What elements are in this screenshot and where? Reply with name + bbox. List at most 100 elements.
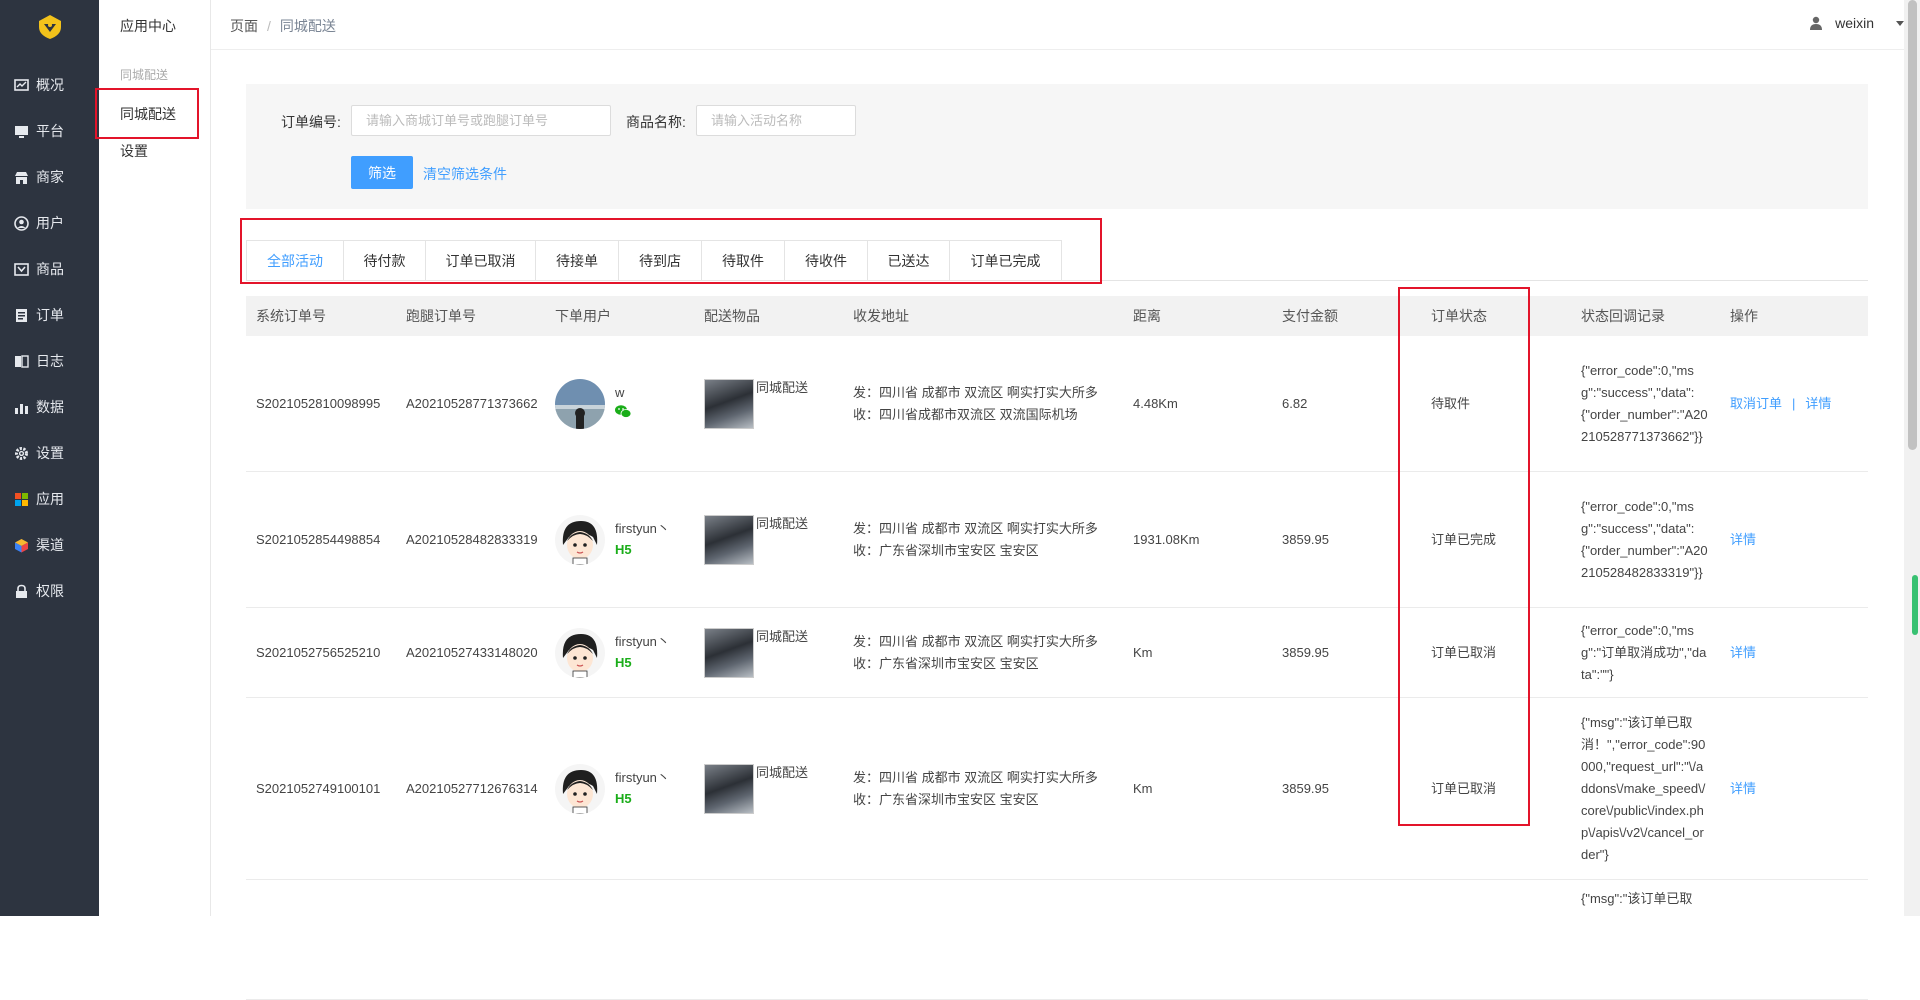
username: weixin xyxy=(1835,15,1874,31)
tab-3[interactable]: 待接单 xyxy=(536,241,619,281)
subnav-group-label: 同城配送 xyxy=(120,68,169,82)
receiver-address: 收：四川省成都市双流区 双流国际机场 xyxy=(853,406,1078,422)
scrollbar-thumb[interactable] xyxy=(1908,0,1917,450)
table-row: S2021052749100101 A20210527712676314 first… xyxy=(246,698,1868,880)
top-bar: 页面 / 同城配送 weixin xyxy=(211,0,1904,50)
avatar xyxy=(555,514,605,565)
receiver-address: 收：广东省深圳市宝安区 宝安区 xyxy=(853,655,1039,671)
sidebar-item-label: 订单 xyxy=(36,307,64,323)
pay-amount: 3859.95 xyxy=(1282,644,1329,660)
cell-address: 发：四川省 成都市 双流区 啊实打实大所多 收：四川省成都市双流区 双流国际机场 xyxy=(843,382,1123,426)
h5-badge: H5 xyxy=(615,790,632,806)
clear-filter-link[interactable]: 清空筛选条件 xyxy=(423,164,507,184)
pay-amount: 3859.95 xyxy=(1282,780,1329,796)
subnav-item-settings[interactable]: 设置 xyxy=(120,141,148,161)
avatar xyxy=(555,378,605,429)
tab-5[interactable]: 待取件 xyxy=(702,241,785,281)
sender-address: 发：四川省 成都市 双流区 啊实打实大所多 xyxy=(853,769,1098,785)
chevron-down-icon[interactable] xyxy=(1896,20,1904,26)
column-header: 距离 xyxy=(1133,308,1161,324)
cell-goods: 同城配送 xyxy=(694,514,843,565)
table-row: {"msg":"该订单已取 xyxy=(246,880,1868,1000)
sidebar-item-1[interactable]: 平台 xyxy=(0,108,99,154)
log-icon xyxy=(15,354,29,368)
cell-goods: 同城配送 xyxy=(694,627,843,678)
tab-0[interactable]: 全部活动 xyxy=(247,241,344,281)
cell-user: firstyun丶 H5 xyxy=(545,627,694,678)
sidebar-item-label: 应用 xyxy=(36,491,64,507)
lock-icon xyxy=(16,584,27,598)
cell-status: 订单已完成 xyxy=(1421,529,1571,551)
callback-log: {"error_code":0,"msg":"订单取消成功","data":""… xyxy=(1581,622,1707,682)
column-header: 跑腿订单号 xyxy=(406,308,476,324)
receiver-address: 收：广东省深圳市宝安区 宝安区 xyxy=(853,542,1039,558)
detail-link[interactable]: 详情 xyxy=(1730,781,1756,796)
table-row: S2021052854498854 A20210528482833319 first… xyxy=(246,472,1868,608)
sidebar-item-7[interactable]: 数据 xyxy=(0,384,99,430)
sender-address: 发：四川省 成都市 双流区 啊实打实大所多 xyxy=(853,520,1098,536)
runner-order-number: A20210527433148020 xyxy=(406,644,538,660)
cell-callback-log: {"error_code":0,"msg":"success","data":{… xyxy=(1571,496,1720,584)
table-row: S2021052756525210 A20210527433148020 first… xyxy=(246,608,1868,698)
tab-8[interactable]: 订单已完成 xyxy=(950,241,1061,281)
bar-chart-icon xyxy=(15,403,28,414)
runner-order-number: A20210528771373662 xyxy=(406,395,538,411)
filter-button[interactable]: 筛选 xyxy=(351,156,413,189)
column-header: 收发地址 xyxy=(853,308,909,324)
sidebar-item-9[interactable]: 应用 xyxy=(0,476,99,522)
sidebar-item-8[interactable]: 设置 xyxy=(0,430,99,476)
logo-icon[interactable] xyxy=(38,14,62,40)
goods-image xyxy=(704,627,754,678)
order-number-input[interactable] xyxy=(351,105,611,136)
column-header: 系统订单号 xyxy=(256,308,326,324)
user-name: firstyun丶 xyxy=(615,633,670,649)
wechat-icon xyxy=(615,404,632,418)
cancel-order-link[interactable]: 取消订单 xyxy=(1730,396,1782,411)
detail-link[interactable]: 详情 xyxy=(1730,645,1756,660)
tab-2[interactable]: 订单已取消 xyxy=(426,241,536,281)
user-menu[interactable]: weixin xyxy=(1809,15,1904,31)
receiver-address: 收：广东省深圳市宝安区 宝安区 xyxy=(853,791,1039,807)
apps-icon xyxy=(15,492,28,506)
sidebar-item-6[interactable]: 日志 xyxy=(0,338,99,384)
page-scrollbar[interactable] xyxy=(1904,0,1920,916)
sidebar-item-5[interactable]: 订单 xyxy=(0,292,99,338)
goods-name-input[interactable] xyxy=(696,105,856,136)
cell-user: w xyxy=(545,378,694,429)
sidebar-item-label: 权限 xyxy=(36,583,64,599)
sidebar-item-11[interactable]: 权限 xyxy=(0,568,99,614)
sidebar-item-label: 用户 xyxy=(36,215,64,231)
goods-image xyxy=(704,514,754,565)
cube-icon xyxy=(15,538,28,552)
cell-operations: 取消订单 | 详情 xyxy=(1720,393,1868,415)
sidebar-item-10[interactable]: 渠道 xyxy=(0,522,99,568)
callback-log: {"msg":"该订单已取 xyxy=(1581,891,1693,906)
sender-address: 发：四川省 成都市 双流区 啊实打实大所多 xyxy=(853,384,1098,400)
runner-order-number: A20210527712676314 xyxy=(406,780,538,796)
distance: 4.48Km xyxy=(1133,395,1178,411)
breadcrumb-root[interactable]: 页面 xyxy=(230,18,258,34)
detail-link[interactable]: 详情 xyxy=(1730,532,1756,547)
sidebar-item-label: 商家 xyxy=(36,169,64,185)
cell-amount: 3859.95 xyxy=(1272,642,1421,664)
sidebar-item-3[interactable]: 用户 xyxy=(0,200,99,246)
sidebar-item-4[interactable]: 商品 xyxy=(0,246,99,292)
sidebar-item-0[interactable]: 概况 xyxy=(0,62,99,108)
tab-1[interactable]: 待付款 xyxy=(344,241,426,281)
distance: Km xyxy=(1133,780,1153,796)
sidebar-item-label: 数据 xyxy=(36,399,64,415)
orders-table: 系统订单号 跑腿订单号 下单用户 配送物品 收发地址 距离 支付金额 订单状态 状态回调记录 操作… xyxy=(246,296,1868,1000)
sidebar-item-2[interactable]: 商家 xyxy=(0,154,99,200)
goods-name: 同城配送 xyxy=(756,515,809,531)
tab-4[interactable]: 待到店 xyxy=(619,241,702,281)
cell-callback-log: {"error_code":0,"msg":"订单取消成功","data":""… xyxy=(1571,620,1720,686)
tab-7[interactable]: 已送达 xyxy=(868,241,950,281)
detail-link[interactable]: 详情 xyxy=(1805,396,1831,411)
cell-runner-order-number: A20210527433148020 xyxy=(396,642,545,664)
order-status: 订单已取消 xyxy=(1431,780,1497,796)
subnav-title: 应用中心 xyxy=(120,18,176,34)
table-body: S2021052810098995 A20210528771373662 w 同城配送… xyxy=(246,336,1868,1000)
subnav-item-city-delivery[interactable]: 同城配送 xyxy=(120,104,176,124)
avatar xyxy=(555,627,605,678)
tab-6[interactable]: 待收件 xyxy=(785,241,868,281)
